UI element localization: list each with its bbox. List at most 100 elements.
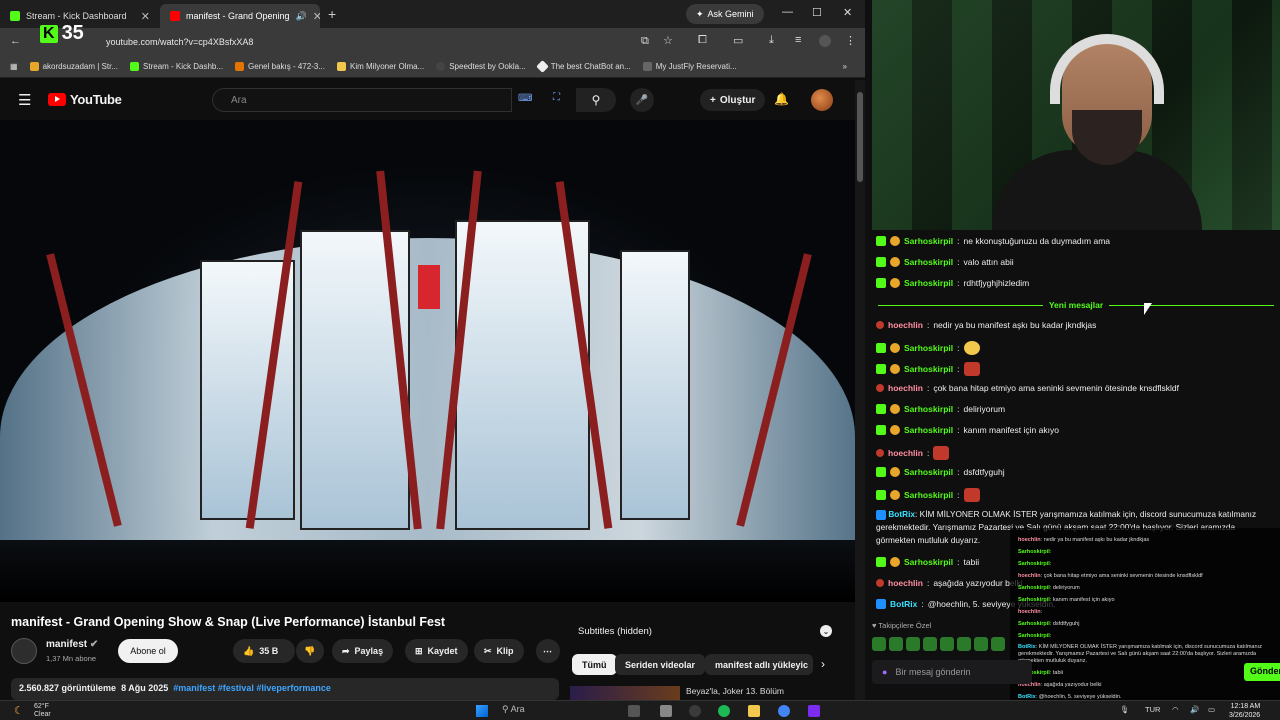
account-avatar[interactable] — [811, 89, 833, 111]
download-icon[interactable]: ⤓ — [769, 34, 774, 47]
windows-start-icon[interactable] — [476, 705, 488, 717]
chat-username[interactable]: Sarhoskirpil — [904, 343, 953, 353]
chat-username[interactable]: Sarhoskirpil — [904, 236, 953, 246]
chat-username[interactable]: Sarhoskirpil — [904, 278, 953, 288]
send-button[interactable]: Gönder — [1244, 663, 1280, 681]
emote-icon[interactable] — [957, 637, 971, 651]
bookmark-item[interactable]: My JustFly Reservati... — [637, 62, 743, 71]
bookmark-item[interactable]: akordsuzadam | Str... — [24, 62, 124, 71]
chevron-down-icon[interactable]: ⌄ — [820, 625, 832, 637]
video-description-box[interactable]: 2.560.827 görüntüleme 8 Ağu 2025 #manife… — [11, 678, 559, 700]
spotify-icon[interactable] — [718, 705, 730, 717]
channel-avatar[interactable] — [11, 638, 37, 664]
app-icon[interactable] — [689, 705, 701, 717]
emote-picker-icon[interactable]: ● — [882, 667, 887, 677]
bookmark-item[interactable]: Speedtest by Ookla... — [430, 62, 532, 71]
taskbar-search[interactable]: ⚲ Ara — [502, 704, 525, 715]
chat-username[interactable]: Sarhoskirpil — [904, 467, 953, 477]
close-window-icon[interactable]: ✕ — [843, 6, 852, 19]
voice-translate-icon[interactable]: ⛶ — [553, 92, 560, 103]
chip-series[interactable]: Seriden videolar — [615, 654, 706, 675]
notifications-bell-icon[interactable]: 🔔 — [774, 92, 789, 106]
plus-icon[interactable]: + — [328, 6, 336, 22]
system-clock[interactable]: 12:18 AM 3/26/2026 — [1229, 702, 1260, 720]
search-button[interactable]: ⚲ — [576, 88, 616, 112]
weather-widget[interactable]: 62°F Clear — [34, 703, 51, 719]
bookmark-item[interactable]: Stream - Kick Dashb... — [124, 62, 229, 71]
emote-icon[interactable] — [872, 637, 886, 651]
bookmarks-overflow-icon[interactable]: » — [837, 62, 865, 71]
screenshot-icon[interactable]: ▭ — [733, 34, 743, 47]
minimize-icon[interactable]: — — [782, 6, 793, 18]
chat-username[interactable]: Sarhoskirpil — [904, 425, 953, 435]
extensions-icon[interactable]: ⧠ — [698, 34, 707, 47]
search-input[interactable]: Ara — [212, 88, 512, 112]
emote-icon[interactable] — [889, 637, 903, 651]
video-player[interactable] — [0, 120, 855, 602]
chat-username[interactable]: Sarhoskirpil — [904, 490, 953, 500]
bookmark-item[interactable]: The best ChatBot an... — [532, 60, 637, 73]
subscribe-button[interactable]: Abone ol — [118, 639, 178, 663]
battery-icon[interactable]: ▭ — [1208, 705, 1215, 714]
chat-username[interactable]: Sarhoskirpil — [904, 257, 953, 267]
install-app-icon[interactable]: ⧉ — [641, 35, 649, 48]
maximize-icon[interactable]: ☐ — [812, 6, 822, 19]
emote-icon[interactable] — [991, 637, 1005, 651]
save-button[interactable]: ⊞ Kaydet — [405, 639, 468, 663]
create-button[interactable]: + Oluştur — [700, 89, 766, 111]
emote-icon[interactable] — [923, 637, 937, 651]
subtitles-panel-header[interactable]: Subtitles (hidden) ⌄ — [570, 621, 840, 641]
channel-name[interactable]: manifest ✔ — [46, 639, 98, 650]
microphone-icon[interactable]: 🎙 — [1120, 705, 1130, 714]
chrome-icon[interactable] — [778, 705, 790, 717]
hamburger-menu-icon[interactable]: ☰ — [18, 91, 31, 109]
emote-icon[interactable] — [940, 637, 954, 651]
close-tab-icon[interactable]: ✕ — [313, 10, 320, 23]
youtube-logo[interactable]: YouTube — [48, 92, 122, 107]
bookmark-item[interactable]: Kim Milyoner Olma... — [331, 62, 430, 71]
profile-icon[interactable] — [819, 35, 831, 47]
page-scrollbar[interactable] — [855, 80, 865, 700]
bookmark-item[interactable]: Genel bakış - 472-3... — [229, 62, 331, 71]
media-control-icon[interactable]: ≡ — [795, 34, 801, 46]
next-video-item[interactable]: Beyaz'la, Joker 13. Bölüm — [570, 686, 840, 700]
chat-username[interactable]: hoechlin — [888, 383, 923, 393]
language-indicator[interactable]: TUR — [1145, 705, 1160, 714]
apps-grid-icon[interactable]: ▦ — [0, 62, 24, 71]
chat-username[interactable]: BotRix — [888, 509, 915, 519]
voice-search-button[interactable]: 🎤 — [630, 88, 654, 112]
chat-username[interactable]: hoechlin — [888, 578, 923, 588]
ask-gemini-button[interactable]: ✦ Ask Gemini — [686, 4, 764, 24]
tab-youtube-video[interactable]: manifest - Grand Opening 🔊 ✕ — [160, 4, 320, 28]
chat-username[interactable]: hoechlin — [888, 320, 923, 330]
dislike-button[interactable]: 👎 — [296, 639, 324, 663]
chip-all[interactable]: Tümü — [572, 654, 617, 675]
chat-username[interactable]: Sarhoskirpil — [904, 404, 953, 414]
chat-username[interactable]: BotRix — [890, 599, 917, 609]
chat-username[interactable]: Sarhoskirpil — [904, 557, 953, 567]
close-tab-icon[interactable]: ✕ — [141, 10, 150, 23]
chat-username[interactable]: Sarhoskirpil — [904, 364, 953, 374]
emote-icon[interactable] — [974, 637, 988, 651]
more-actions-button[interactable]: ⋯ — [536, 639, 560, 663]
wifi-icon[interactable]: ◠ — [1172, 705, 1179, 714]
keyboard-icon[interactable]: ⌨ — [518, 93, 532, 104]
url-field[interactable]: youtube.com/watch?v=cp4XBsfxXA8 — [96, 33, 686, 51]
menu-dots-icon[interactable]: ⋮ — [845, 34, 856, 47]
audio-playing-icon[interactable]: 🔊 — [296, 11, 307, 22]
clip-button[interactable]: ✂ Klip — [474, 639, 524, 663]
scrollbar-thumb[interactable] — [857, 92, 863, 182]
like-button[interactable]: 👍 35 B — [233, 639, 295, 663]
app-icon[interactable] — [808, 705, 820, 717]
app-icon[interactable] — [660, 705, 672, 717]
volume-icon[interactable]: 🔊 — [1190, 705, 1199, 714]
chat-username[interactable]: hoechlin — [888, 448, 923, 458]
chat-message-input[interactable]: ● Bir mesaj gönderin — [872, 660, 1032, 684]
share-button[interactable]: ➦ Paylaş — [332, 639, 394, 663]
back-icon[interactable]: ← — [10, 35, 21, 47]
hashtags[interactable]: #manifest #festival #liveperformance — [173, 683, 331, 693]
bookmark-star-icon[interactable]: ☆ — [663, 34, 673, 47]
emote-icon[interactable] — [906, 637, 920, 651]
chevron-right-icon[interactable]: › — [821, 657, 825, 671]
task-view-icon[interactable] — [628, 705, 640, 717]
